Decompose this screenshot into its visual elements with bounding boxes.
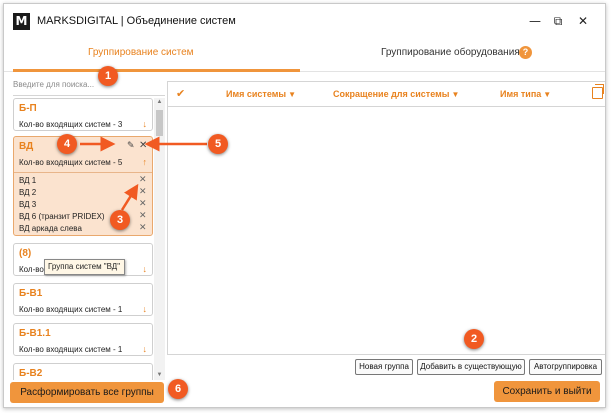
auto-group-button[interactable]: Автогруппировка bbox=[529, 359, 602, 375]
column-label: Имя типа bbox=[500, 89, 542, 99]
expand-arrow-icon[interactable]: ↓ bbox=[143, 119, 148, 129]
expand-arrow-icon[interactable]: ↓ bbox=[143, 344, 148, 354]
help-icon[interactable]: ? bbox=[519, 46, 532, 59]
annotation-badge-6: 6 bbox=[168, 379, 188, 399]
annotation-badge-1: 1 bbox=[98, 66, 118, 86]
group-card-vd[interactable]: ВД ✎ ✕ Кол-во входящих систем - 5 ↑ ВД 1… bbox=[13, 136, 153, 236]
group-card-b-v2[interactable]: Б-В2 bbox=[13, 363, 153, 380]
member-item: ВД 3 bbox=[19, 200, 37, 209]
column-system-abbreviation[interactable]: Сокращение для системы ▼ bbox=[333, 89, 459, 99]
search-underline bbox=[13, 95, 165, 96]
expand-arrow-icon[interactable]: ↓ bbox=[143, 264, 148, 274]
tab-bar: Группирование систем Группирование обору… bbox=[4, 38, 605, 72]
table-header: ✔ Имя системы ▼ Сокращение для системы ▼ И… bbox=[168, 82, 605, 107]
tab-group-equipment[interactable]: Группирование оборудования bbox=[381, 47, 520, 58]
group-card-b-v1-1[interactable]: Б-В1.1 Кол-во входящих систем - 1 ↓ bbox=[13, 323, 153, 356]
annotation-badge-3: 3 bbox=[110, 210, 130, 230]
edit-icon[interactable]: ✎ bbox=[127, 141, 135, 151]
group-count: Кол-во входящих систем - 1 bbox=[19, 305, 123, 314]
annotation-badge-4: 4 bbox=[57, 134, 77, 154]
expand-arrow-icon[interactable]: ↓ bbox=[143, 304, 148, 314]
group-card-b-v1[interactable]: Б-В1 Кол-во входящих систем - 1 ↓ bbox=[13, 283, 153, 316]
scroll-down-icon[interactable]: ▼ bbox=[154, 371, 165, 380]
group-count: Кол-во входящих систем - 5 bbox=[19, 158, 123, 167]
window-title: MARKSDIGITAL | Объединение систем bbox=[37, 15, 236, 27]
annotation-badge-2: 2 bbox=[464, 329, 484, 349]
column-label: Сокращение для системы bbox=[333, 89, 450, 99]
column-type-name[interactable]: Имя типа ▼ bbox=[500, 89, 551, 99]
group-name: Б-В1 bbox=[19, 288, 43, 299]
group-list: Б-П Кол-во входящих систем - 3 ↓ ВД ✎ ✕ … bbox=[13, 98, 153, 380]
filter-icon[interactable]: ▼ bbox=[543, 90, 551, 99]
group-count: Кол-во bbox=[19, 265, 44, 274]
group-tooltip: Группа систем "ВД" bbox=[44, 259, 125, 275]
annotation-badge-5: 5 bbox=[208, 134, 228, 154]
filter-icon[interactable]: ▼ bbox=[288, 90, 296, 99]
copy-icon[interactable] bbox=[592, 84, 604, 99]
group-name: Б-В1.1 bbox=[19, 328, 51, 339]
minimize-button[interactable]: — bbox=[526, 13, 544, 29]
new-group-button[interactable]: Новая группа bbox=[355, 359, 413, 375]
group-card-b-p[interactable]: Б-П Кол-во входящих систем - 3 ↓ bbox=[13, 98, 153, 131]
add-to-existing-button[interactable]: Добавить в существующую bbox=[417, 359, 525, 375]
scroll-up-icon[interactable]: ▲ bbox=[154, 98, 165, 107]
main-window: M MARKSDIGITAL | Объединение систем — ⧉ … bbox=[3, 3, 606, 408]
remove-member-icon[interactable]: ✕ bbox=[139, 175, 147, 185]
group-count: Кол-во входящих систем - 1 bbox=[19, 345, 123, 354]
member-item: ВД 6 (транзит PRIDEX) bbox=[19, 212, 105, 221]
remove-member-icon[interactable]: ✕ bbox=[139, 199, 147, 209]
disband-all-groups-button[interactable]: Расформировать все группы bbox=[10, 382, 164, 403]
group-name: Б-П bbox=[19, 103, 37, 114]
group-members: ВД 1 ✕ ВД 2 ✕ ВД 3 ✕ ВД 6 (транзит PRIDE… bbox=[14, 172, 152, 233]
remove-member-icon[interactable]: ✕ bbox=[139, 211, 147, 221]
column-label: Имя системы bbox=[226, 89, 287, 99]
column-system-name[interactable]: Имя системы ▼ bbox=[226, 89, 296, 99]
group-name: (8) bbox=[19, 248, 32, 259]
save-and-exit-button[interactable]: Сохранить и выйти bbox=[494, 381, 600, 402]
group-list-scrollbar[interactable]: ▲ ▼ bbox=[154, 98, 165, 380]
member-item: ВД аркада слева bbox=[19, 224, 82, 233]
filter-icon[interactable]: ▼ bbox=[451, 90, 459, 99]
tab-group-systems[interactable]: Группирование систем bbox=[88, 47, 194, 58]
app-logo: M bbox=[13, 13, 30, 30]
search-input[interactable]: Введите для поиска... bbox=[13, 80, 165, 96]
active-tab-indicator bbox=[13, 69, 300, 72]
member-item: ВД 1 bbox=[19, 176, 37, 185]
group-count: Кол-во входящих систем - 3 bbox=[19, 120, 123, 129]
select-all-check-icon[interactable]: ✔ bbox=[176, 87, 185, 100]
scroll-thumb[interactable] bbox=[156, 110, 163, 136]
close-window-button[interactable]: ✕ bbox=[574, 13, 592, 29]
maximize-button[interactable]: ⧉ bbox=[549, 13, 567, 29]
remove-member-icon[interactable]: ✕ bbox=[139, 223, 147, 233]
title-bar: M MARKSDIGITAL | Объединение систем — ⧉ … bbox=[4, 4, 605, 38]
systems-table: ✔ Имя системы ▼ Сокращение для системы ▼ И… bbox=[167, 81, 605, 355]
group-name: ВД bbox=[19, 141, 34, 152]
delete-group-icon[interactable]: ✕ bbox=[139, 140, 147, 151]
group-name: Б-В2 bbox=[19, 368, 43, 379]
collapse-arrow-icon[interactable]: ↑ bbox=[143, 157, 148, 167]
member-item: ВД 2 bbox=[19, 188, 37, 197]
remove-member-icon[interactable]: ✕ bbox=[139, 187, 147, 197]
